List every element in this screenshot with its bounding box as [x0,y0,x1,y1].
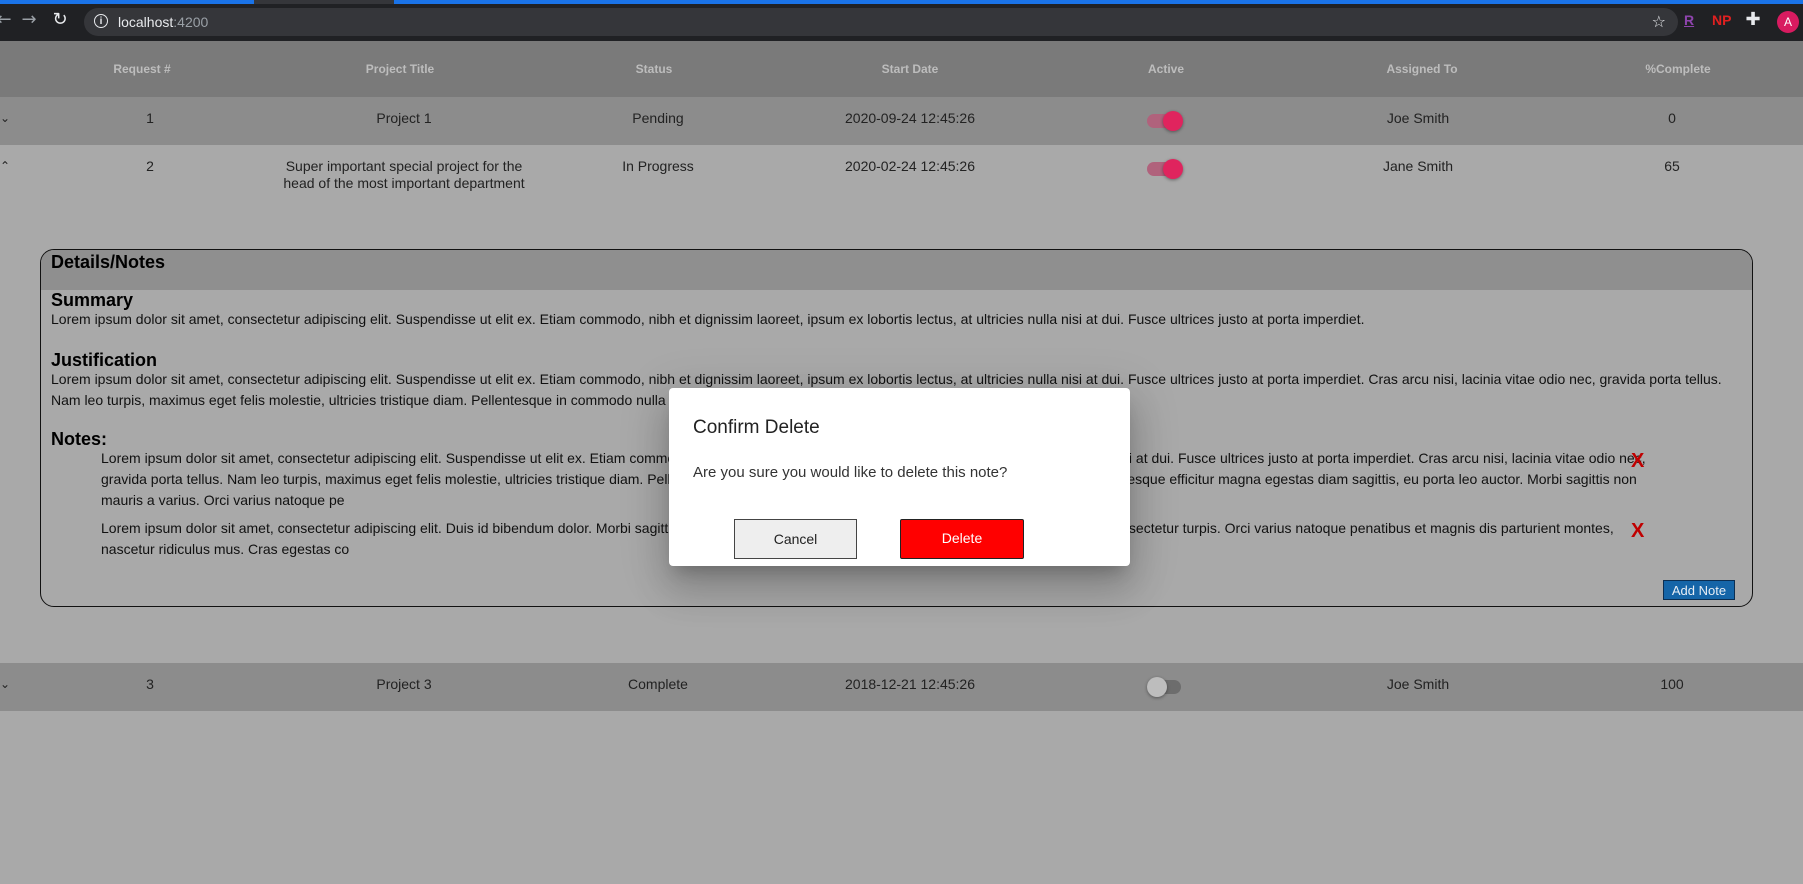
reload-icon[interactable]: ↻ [50,10,70,30]
dialog-message: Are you sure you would like to delete th… [693,464,1008,481]
summary-heading: Summary [51,290,134,310]
active-toggle[interactable] [1147,111,1183,131]
cell-start-date: 2020-09-24 12:45:26 [845,110,975,126]
summary-text: Lorem ipsum dolor sit amet, consectetur … [51,311,1365,327]
cell-status: Pending [632,110,684,126]
chevron-up-icon[interactable]: ⌃ [0,159,10,173]
header-request[interactable]: Request # [92,62,192,76]
address-bar[interactable]: i localhost:4200 ☆ [84,8,1678,36]
justification-heading: Justification [51,350,158,370]
cell-complete: 65 [1664,158,1680,174]
notes-heading: Notes: [51,429,108,449]
cell-complete: 0 [1668,110,1676,126]
header-assigned-to[interactable]: Assigned To [1362,62,1482,76]
cell-project-title: Project 3 [376,676,432,692]
back-icon[interactable]: ← [0,10,14,30]
extension-np-icon[interactable]: NP [1712,12,1731,28]
add-note-button[interactable]: Add Note [1663,580,1735,600]
browser-toolbar: ← → ↻ i localhost:4200 ☆ R NP ✚ A [0,0,1803,41]
cancel-button[interactable]: Cancel [734,519,857,559]
cell-request: 2 [146,158,154,174]
cell-status: In Progress [622,158,694,174]
table-header: Request # Project Title Status Start Dat… [0,41,1803,97]
chevron-down-icon[interactable]: ⌄ [0,677,10,691]
cell-request: 3 [146,676,154,692]
header-project-title[interactable]: Project Title [320,62,480,76]
cell-start-date: 2018-12-21 12:45:26 [845,676,975,692]
site-info-icon[interactable]: i [94,14,108,28]
header-active[interactable]: Active [1106,62,1226,76]
profile-avatar[interactable]: A [1777,11,1799,33]
forward-icon[interactable]: → [19,10,39,30]
bookmark-star-icon[interactable]: ☆ [1652,12,1666,31]
delete-note-icon[interactable]: X [1631,450,1644,473]
cell-project-title-line2: head of the most important department [283,175,525,191]
delete-note-icon[interactable]: X [1631,520,1644,543]
cell-project-title-line1: Super important special project for the [285,158,523,174]
extensions-puzzle-icon[interactable]: ✚ [1743,10,1763,30]
delete-button[interactable]: Delete [900,519,1024,559]
cell-start-date: 2020-02-24 12:45:26 [845,158,975,174]
extension-r-icon[interactable]: R [1684,12,1694,28]
cell-assigned-to: Jane Smith [1382,158,1454,174]
active-toggle[interactable] [1147,677,1183,697]
header-status[interactable]: Status [594,62,714,76]
tab-strip [0,0,1803,4]
table-row[interactable]: ⌄ 3 Project 3 Complete 2018-12-21 12:45:… [0,663,1803,711]
details-header: Details/Notes [41,250,1752,290]
details-title: Details/Notes [51,252,166,272]
cell-status: Complete [628,676,688,692]
cell-project-title: Project 1 [376,110,432,126]
header-start-date[interactable]: Start Date [850,62,970,76]
header-complete[interactable]: %Complete [1618,62,1738,76]
cell-assigned-to: Joe Smith [1386,676,1450,692]
table-row[interactable]: ⌄ 1 Project 1 Pending 2020-09-24 12:45:2… [0,97,1803,145]
dialog-title: Confirm Delete [693,417,820,438]
active-toggle[interactable] [1147,159,1183,179]
cell-complete: 100 [1660,676,1684,692]
cell-request: 1 [146,110,154,126]
cell-assigned-to: Joe Smith [1386,110,1450,126]
table-row[interactable]: ⌃ 2 Super important special project for … [0,145,1803,225]
url-text[interactable]: localhost:4200 [118,14,208,30]
chevron-down-icon[interactable]: ⌄ [0,111,10,125]
confirm-delete-dialog: Confirm Delete Are you sure you would li… [669,388,1130,566]
